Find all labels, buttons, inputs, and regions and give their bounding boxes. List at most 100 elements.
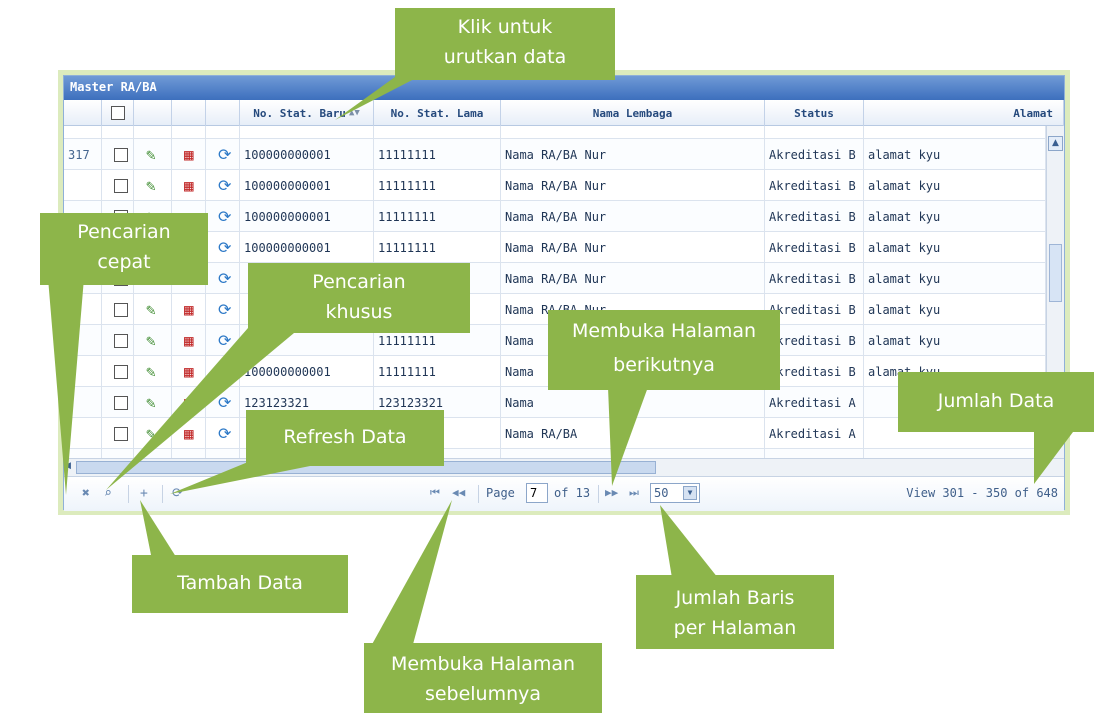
row-edit-cell[interactable]: ✎ bbox=[134, 294, 172, 325]
edit-icon[interactable]: ✎ bbox=[146, 176, 156, 195]
refresh-icon[interactable]: ⟳ bbox=[218, 176, 231, 195]
row-checkbox[interactable] bbox=[114, 178, 128, 193]
row-select-cell[interactable] bbox=[102, 356, 134, 387]
refresh-icon[interactable]: ⟳ bbox=[218, 393, 231, 412]
refresh-icon[interactable]: ⟳ bbox=[218, 269, 231, 288]
row-select-cell[interactable] bbox=[102, 325, 134, 356]
select-all-checkbox[interactable] bbox=[110, 106, 125, 120]
row-calendar-cell[interactable]: ▦ bbox=[172, 387, 206, 418]
refresh-icon[interactable]: ⟳ bbox=[218, 362, 231, 381]
row-refresh-cell[interactable]: ⟳ bbox=[206, 449, 240, 458]
last-page-icon[interactable]: ⏭ bbox=[629, 486, 639, 500]
row-edit-cell[interactable]: ✎ bbox=[134, 170, 172, 201]
refresh-icon[interactable]: ⟳ bbox=[218, 145, 231, 164]
page-number-input[interactable] bbox=[526, 483, 548, 503]
refresh-icon[interactable]: ⟳ bbox=[218, 331, 231, 350]
row-edit-cell[interactable]: ✎ bbox=[134, 325, 172, 356]
row-calendar-cell[interactable]: ▦ bbox=[172, 418, 206, 449]
header-select-all[interactable] bbox=[102, 100, 134, 126]
header-no-stat-lama[interactable]: No. Stat. Lama bbox=[374, 100, 501, 126]
scroll-up-icon[interactable]: ▲ bbox=[1048, 136, 1063, 151]
edit-icon[interactable]: ✎ bbox=[146, 362, 156, 381]
row-refresh-cell[interactable]: ⟳ bbox=[206, 263, 240, 294]
table-row[interactable]: ✎▦⟳10000000000111111111Nama RA/BA NurAkr… bbox=[64, 201, 1046, 232]
calendar-icon[interactable]: ▦ bbox=[184, 393, 194, 412]
edit-icon[interactable]: ✎ bbox=[146, 331, 156, 350]
refresh-icon[interactable]: ⟳ bbox=[218, 300, 231, 319]
row-refresh-cell[interactable]: ⟳ bbox=[206, 294, 240, 325]
scroll-left-icon[interactable]: ◀ bbox=[64, 461, 75, 474]
row-checkbox[interactable] bbox=[114, 426, 128, 441]
header-status[interactable]: Status bbox=[765, 100, 864, 126]
table-row[interactable]: ✎▦⟳10000000000111111111Nama RA/BA NurAkr… bbox=[64, 232, 1046, 263]
edit-icon[interactable]: ✎ bbox=[146, 300, 156, 319]
header-no-stat-baru[interactable]: No. Stat. Baru ▲▼ bbox=[240, 100, 374, 126]
filter-icon[interactable]: ✖ bbox=[82, 486, 90, 501]
row-select-cell[interactable] bbox=[102, 418, 134, 449]
row-calendar-cell[interactable]: ▦ bbox=[172, 449, 206, 458]
prev-page-icon[interactable]: ◀◀ bbox=[452, 486, 465, 499]
row-checkbox[interactable] bbox=[114, 302, 128, 317]
next-page-icon[interactable]: ▶▶ bbox=[605, 486, 618, 499]
header-alamat[interactable]: Alamat bbox=[864, 100, 1064, 126]
row-select-cell[interactable] bbox=[102, 449, 134, 458]
row-edit-cell[interactable]: ✎ bbox=[134, 356, 172, 387]
row-refresh-cell[interactable]: ⟳ bbox=[206, 232, 240, 263]
cell bbox=[172, 126, 206, 138]
header-nama-lembaga[interactable]: Nama Lembaga bbox=[501, 100, 765, 126]
row-refresh-cell[interactable]: ⟳ bbox=[206, 325, 240, 356]
row-select-cell[interactable] bbox=[102, 387, 134, 418]
calendar-icon[interactable]: ▦ bbox=[184, 331, 194, 350]
row-edit-cell[interactable]: ✎ bbox=[134, 139, 172, 170]
rows-per-page-select[interactable]: 50 ▼ bbox=[650, 483, 700, 503]
row-edit-cell[interactable]: ✎ bbox=[134, 449, 172, 458]
row-checkbox[interactable] bbox=[114, 147, 128, 162]
row-refresh-cell[interactable]: ⟳ bbox=[206, 170, 240, 201]
row-calendar-cell[interactable]: ▦ bbox=[172, 170, 206, 201]
row-calendar-cell[interactable]: ▦ bbox=[172, 325, 206, 356]
row-number bbox=[64, 418, 102, 449]
row-calendar-cell[interactable]: ▦ bbox=[172, 139, 206, 170]
horizontal-scrollbar[interactable]: ◀ bbox=[64, 458, 1064, 476]
header-cal bbox=[172, 100, 206, 126]
edit-icon[interactable]: ✎ bbox=[146, 393, 156, 412]
calendar-icon[interactable]: ▦ bbox=[184, 424, 194, 443]
calendar-icon[interactable]: ▦ bbox=[184, 362, 194, 381]
row-checkbox[interactable] bbox=[114, 364, 128, 379]
row-select-cell[interactable] bbox=[102, 294, 134, 325]
row-checkbox[interactable] bbox=[114, 395, 128, 410]
table-row[interactable]: ✎▦⟳Nama RA/BA NurAkreditasi Balamat kyu bbox=[64, 263, 1046, 294]
row-refresh-cell[interactable]: ⟳ bbox=[206, 139, 240, 170]
calendar-icon[interactable]: ▦ bbox=[184, 300, 194, 319]
cell-status: Akreditasi B bbox=[765, 139, 864, 170]
refresh-icon[interactable]: ⟳ bbox=[218, 424, 231, 443]
refresh-icon[interactable]: ⟳ bbox=[218, 238, 231, 257]
add-icon[interactable]: + bbox=[140, 486, 148, 501]
row-refresh-cell[interactable]: ⟳ bbox=[206, 387, 240, 418]
refresh-icon[interactable]: ⟳ bbox=[218, 207, 231, 226]
row-edit-cell[interactable]: ✎ bbox=[134, 387, 172, 418]
edit-icon[interactable]: ✎ bbox=[146, 424, 156, 443]
table-row[interactable]: ✎▦⟳ Nama RA/BAAkreditasi A bbox=[64, 449, 1046, 458]
first-page-icon[interactable]: ⏮ bbox=[430, 486, 440, 500]
table-row[interactable]: ✎▦⟳10000000000111111111Nama RA/BA NurAkr… bbox=[64, 170, 1046, 201]
row-edit-cell[interactable]: ✎ bbox=[134, 418, 172, 449]
row-calendar-cell[interactable]: ▦ bbox=[172, 294, 206, 325]
row-select-cell[interactable] bbox=[102, 139, 134, 170]
edit-icon[interactable]: ✎ bbox=[146, 145, 156, 164]
table-row[interactable]: 317 ✎ ▦ ⟳ 100000000001 11111111 Nama RA/BA Nur… bbox=[64, 139, 1046, 170]
row-refresh-cell[interactable]: ⟳ bbox=[206, 418, 240, 449]
row-checkbox[interactable] bbox=[114, 333, 128, 348]
refresh-icon[interactable]: ⟳ bbox=[172, 486, 183, 501]
calendar-icon[interactable]: ▦ bbox=[184, 176, 194, 195]
page-label: Page bbox=[486, 486, 515, 500]
cell-no-lama: 11111111 bbox=[374, 201, 501, 232]
vertical-scroll-thumb[interactable] bbox=[1049, 244, 1062, 302]
row-refresh-cell[interactable]: ⟳ bbox=[206, 356, 240, 387]
calendar-icon[interactable]: ▦ bbox=[184, 145, 194, 164]
row-calendar-cell[interactable]: ▦ bbox=[172, 356, 206, 387]
chevron-down-icon[interactable]: ▼ bbox=[683, 486, 697, 500]
search-icon[interactable]: ⌕ bbox=[104, 486, 112, 501]
row-refresh-cell[interactable]: ⟳ bbox=[206, 201, 240, 232]
row-select-cell[interactable] bbox=[102, 170, 134, 201]
